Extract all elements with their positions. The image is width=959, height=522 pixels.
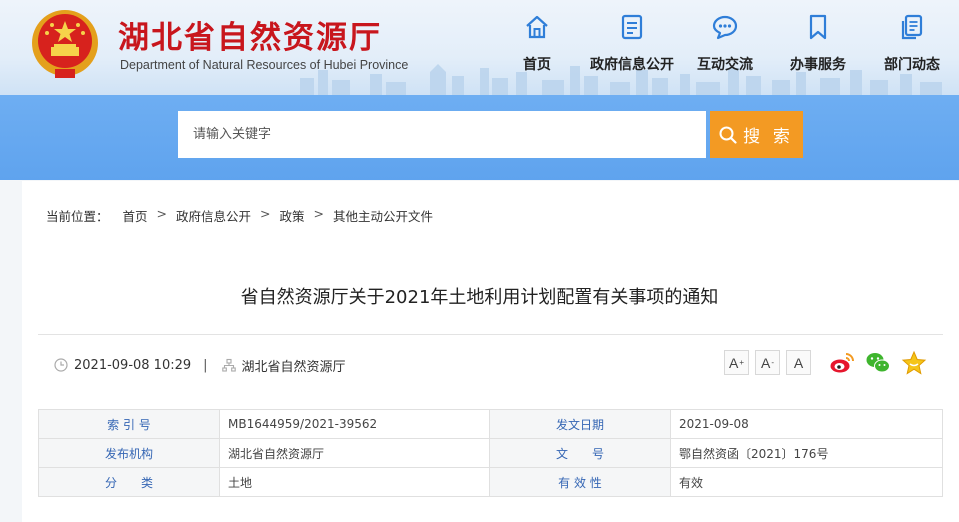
nav-label-interaction: 互动交流 xyxy=(697,57,753,73)
breadcrumb-label: 当前位置： xyxy=(46,209,109,224)
organization-icon xyxy=(221,358,236,372)
site-subtitle: Department of Natural Resources of Hubei… xyxy=(120,58,409,72)
font-reset-label: A xyxy=(793,354,804,371)
breadcrumb-other-files[interactable]: 其他主动公开文件 xyxy=(333,206,433,225)
wechat-icon[interactable] xyxy=(865,350,891,376)
category-label: 分 类 xyxy=(38,467,220,497)
meta-separator: | xyxy=(203,357,208,373)
table-row: 分 类 土地 有 效 性 有效 xyxy=(38,467,943,497)
breadcrumb-home[interactable]: 首页 xyxy=(123,206,148,225)
font-decrease-label: A xyxy=(760,354,771,371)
nav-item-dept-news[interactable]: 部门动态 xyxy=(881,13,943,77)
document-info-table: 索 引 号 MB1644959/2021-39562 发文日期 2021-09-… xyxy=(38,409,943,497)
document-number-label: 文 号 xyxy=(489,438,671,468)
star-icon[interactable] xyxy=(901,350,927,376)
search-icon xyxy=(719,126,737,144)
document-icon xyxy=(621,14,643,40)
bookmark-icon xyxy=(809,14,827,40)
breadcrumb-separator: > xyxy=(313,206,325,221)
issue-date-label: 发文日期 xyxy=(489,409,671,439)
weibo-icon[interactable] xyxy=(829,350,855,376)
breadcrumb-separator: > xyxy=(156,206,168,221)
issue-date-value: 2021-09-08 xyxy=(670,409,943,439)
table-row: 发布机构 湖北省自然资源厅 文 号 鄂自然资函〔2021〕176号 xyxy=(38,438,943,468)
table-row: 索 引 号 MB1644959/2021-39562 发文日期 2021-09-… xyxy=(38,409,943,439)
breadcrumb-gov-info[interactable]: 政府信息公开 xyxy=(176,206,251,225)
article-meta: 2021-09-08 10:29 | 湖北省自然资源厅 xyxy=(54,356,346,375)
clock-icon xyxy=(54,358,68,372)
index-number-value: MB1644959/2021-39562 xyxy=(219,409,490,439)
title-divider xyxy=(38,334,943,335)
category-value: 土地 xyxy=(219,467,490,497)
nav-label-services: 办事服务 xyxy=(790,57,846,73)
site-title: 湖北省自然资源厅 xyxy=(118,20,382,56)
nav-item-interaction[interactable]: 互动交流 xyxy=(694,13,756,77)
font-size-reset-button[interactable]: A xyxy=(786,350,811,375)
article-title: 省自然资源厅关于2021年土地利用计划配置有关事项的通知 xyxy=(240,287,719,308)
breadcrumb-separator: > xyxy=(260,206,271,221)
publish-datetime: 2021-09-08 10:29 xyxy=(74,357,192,373)
breadcrumb-policy[interactable]: 政策 xyxy=(280,206,305,225)
copy-document-icon xyxy=(901,14,923,40)
index-number-label: 索 引 号 xyxy=(38,409,220,439)
national-emblem-logo xyxy=(32,10,98,78)
nav-label-dept-news: 部门动态 xyxy=(884,57,940,73)
nav-label-home: 首页 xyxy=(523,57,551,73)
nav-item-home[interactable]: 首页 xyxy=(514,13,560,77)
nav-item-services[interactable]: 办事服务 xyxy=(787,13,849,77)
document-number-value: 鄂自然资函〔2021〕176号 xyxy=(670,438,943,468)
search-input[interactable] xyxy=(178,111,706,158)
nav-item-gov-info[interactable]: 政府信息公开 xyxy=(586,13,678,77)
font-size-increase-button[interactable]: A + xyxy=(724,350,749,375)
article-source: 湖北省自然资源厅 xyxy=(241,359,346,375)
search-button[interactable]: 搜 索 xyxy=(710,111,803,158)
home-icon xyxy=(526,15,548,39)
validity-value: 有效 xyxy=(670,467,943,497)
issuing-agency-label: 发布机构 xyxy=(38,438,220,468)
font-increase-label: A xyxy=(728,354,739,371)
search-button-label: 搜 索 xyxy=(743,127,794,146)
validity-label: 有 效 性 xyxy=(489,467,671,497)
site-header: 湖北省自然资源厅 Department of Natural Resources… xyxy=(0,0,959,95)
nav-label-gov-info: 政府信息公开 xyxy=(590,57,674,73)
font-size-decrease-button[interactable]: A- xyxy=(755,350,780,375)
chat-bubble-icon xyxy=(712,15,738,40)
issuing-agency-value: 湖北省自然资源厅 xyxy=(219,438,490,468)
breadcrumb: 当前位置： 首页 > 政府信息公开 > 政策 > 其他主动公开文件 xyxy=(46,206,433,225)
